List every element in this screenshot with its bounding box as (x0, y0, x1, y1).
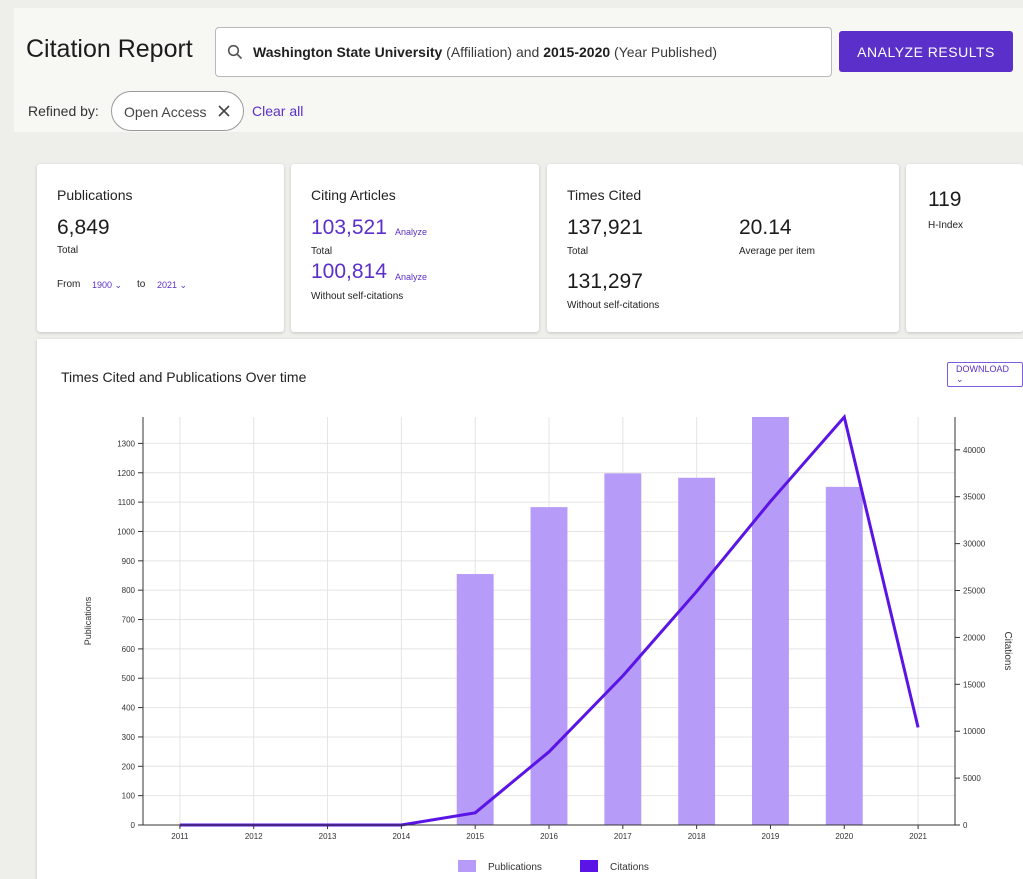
publications-card: Publications 6,849 Total From 1900 ⌄ to … (37, 164, 284, 332)
from-label: From (57, 279, 81, 290)
times-cited-value: 137,921 (567, 216, 643, 239)
close-icon[interactable] (217, 104, 231, 121)
analyze-results-button[interactable]: ANALYZE RESULTS (839, 31, 1013, 72)
times-cited-total-label: Total (567, 246, 589, 257)
times-cited-label: Times Cited (567, 187, 642, 203)
citing-total-value[interactable]: 103,521 (311, 216, 387, 240)
citing-without-self-label: Without self-citations (311, 291, 404, 302)
chart-title: Times Cited and Publications Over time (61, 369, 307, 385)
refined-by-label: Refined by: (28, 103, 99, 119)
search-icon (227, 44, 243, 65)
to-year-value: 2021 (157, 280, 178, 290)
download-label: DOWNLOAD (956, 364, 1010, 374)
chevron-down-icon: ⌄ (956, 374, 964, 384)
from-year-select[interactable]: 1900 ⌄ (92, 280, 122, 291)
analyze-without-self-link[interactable]: Analyze (395, 272, 427, 282)
from-year-value: 1900 (92, 280, 113, 290)
citing-articles-card: Citing Articles 103,521 Analyze Total 10… (291, 164, 539, 332)
search-query-part: (Affiliation) and (442, 44, 544, 60)
times-cited-without-self-label: Without self-citations (567, 300, 660, 311)
search-query-part: (Year Published) (610, 44, 718, 60)
analyze-citing-link[interactable]: Analyze (395, 227, 427, 237)
search-query-part: Washington State University (253, 44, 443, 60)
publications-value: 6,849 (57, 216, 110, 239)
citing-without-self-value[interactable]: 100,814 (311, 260, 387, 284)
publications-label: Publications (57, 187, 133, 203)
times-cited-card: Times Cited 137,921 Total 20.14 Average … (547, 164, 899, 332)
citing-articles-label: Citing Articles (311, 187, 396, 203)
chevron-down-icon: ⌄ (114, 280, 123, 290)
page-title: Citation Report (26, 35, 193, 63)
search-query-part: 2015-2020 (543, 44, 611, 60)
average-per-item-value: 20.14 (739, 216, 792, 239)
times-cited-without-self-value: 131,297 (567, 270, 643, 293)
download-button[interactable]: DOWNLOAD ⌄ (947, 362, 1023, 387)
to-year-select[interactable]: 2021 ⌄ (157, 280, 187, 291)
h-index-card: 119 H-Index (906, 164, 1023, 332)
h-index-label: H-Index (928, 220, 964, 231)
filter-chip-open-access[interactable]: Open Access (111, 91, 244, 131)
to-label: to (137, 279, 146, 290)
search-query-text: Washington State University (Affiliation… (253, 44, 717, 60)
chevron-down-icon: ⌄ (179, 280, 188, 290)
search-query-box[interactable]: Washington State University (Affiliation… (215, 27, 832, 77)
clear-all-link[interactable]: Clear all (252, 103, 303, 119)
filter-chip-label: Open Access (124, 104, 207, 120)
chart-panel: Times Cited and Publications Over time D… (37, 339, 1023, 879)
citing-total-label: Total (311, 246, 333, 257)
average-per-item-label: Average per item (739, 246, 815, 257)
publications-total-label: Total (57, 245, 79, 256)
h-index-value: 119 (928, 188, 962, 211)
